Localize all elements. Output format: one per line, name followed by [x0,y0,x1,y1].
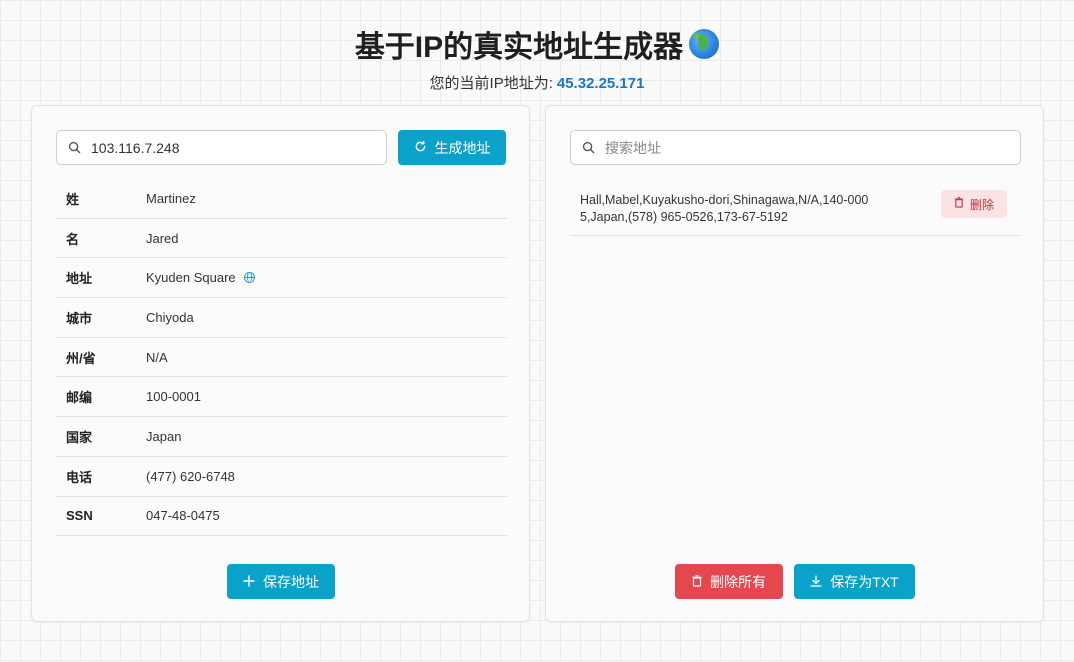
info-row-first-name: 名 Jared [56,219,507,259]
search-input-wrap [570,130,1021,165]
current-ip-label: 您的当前IP地址为: [429,75,553,92]
info-key: 名 [66,231,80,247]
info-row-address: 地址 Kyuden Square [56,258,507,299]
info-value-text: (477) 620-6748 [146,468,235,484]
info-value: Japan [146,429,181,444]
save-address-button[interactable]: 保存地址 [227,564,335,599]
info-row-last-name: 姓 Martinez [56,179,507,219]
info-value: 100-0001 [146,389,201,404]
download-icon [810,574,822,590]
info-row-ssn: SSN 047-48-0475 [56,497,507,537]
info-row-state: 州/省 N/A [56,338,507,378]
trash-icon [954,197,964,211]
info-value: N/A [146,350,168,365]
info-value: Martinez [146,191,196,206]
info-value-text: Martinez [146,190,196,206]
saved-address-text: Hall,Mabel,Kuyakusho-dori,Shinagawa,N/A,… [580,193,869,224]
info-value: 047-48-0475 [146,508,220,523]
info-key: 电话 [66,469,93,485]
generate-address-button[interactable]: 生成地址 [398,130,506,165]
info-value-text: Japan [146,428,182,444]
save-txt-label: 保存为TXT [830,573,899,590]
saved-addresses-panel: Hall,Mabel,Kuyakusho-dori,Shinagawa,N/A,… [545,105,1044,622]
generator-panel: 生成地址 姓 Martinez 名 Jared 地址 Kyuden Square… [31,105,530,622]
info-value-text: 047-48-0475 [146,508,220,524]
info-row-city: 城市 Chiyoda [56,298,507,338]
info-row-phone: 电话 (477) 620-6748 [56,457,507,497]
ip-input[interactable] [91,131,386,164]
info-value-text: Jared [146,230,179,246]
info-row-country: 国家 Japan [56,417,507,457]
trash-icon [692,574,702,590]
current-ip-line: 您的当前IP地址为: 45.32.25.171 [0,72,1074,93]
save-txt-button[interactable]: 保存为TXT [794,564,915,599]
info-value-text: Chiyoda [146,309,194,325]
refresh-icon [414,140,427,156]
address-info-table: 姓 Martinez 名 Jared 地址 Kyuden Square 城市 C… [56,179,507,537]
info-key: SSN [66,508,93,524]
info-key: 城市 [66,310,93,326]
page-title: 基于IP的真实地址生成器 [354,22,720,66]
delete-all-label: 删除所有 [710,573,766,590]
delete-address-button[interactable]: 删除 [941,190,1007,218]
search-icon [571,141,605,154]
globe-emoji-icon [689,29,720,59]
page-header: 基于IP的真实地址生成器 您的当前IP地址为: 45.32.25.171 [0,22,1074,93]
info-value-text: N/A [146,349,168,365]
info-value: (477) 620-6748 [146,469,235,484]
search-address-input[interactable] [605,131,1020,164]
search-icon [57,141,91,154]
info-row-zip: 邮编 100-0001 [56,377,507,418]
ip-input-wrap [56,130,387,165]
saved-address-item: Hall,Mabel,Kuyakusho-dori,Shinagawa,N/A,… [570,183,1021,236]
page-title-text: 基于IP的真实地址生成器 [354,31,684,64]
info-key: 国家 [66,429,93,445]
delete-all-button[interactable]: 删除所有 [675,564,783,599]
plus-icon [243,574,255,590]
save-address-label: 保存地址 [263,573,319,590]
info-key: 州/省 [66,350,96,366]
info-key: 邮编 [66,390,93,406]
info-value: Kyuden Square [146,270,255,285]
info-value: Jared [146,231,179,246]
current-ip-value: 45.32.25.171 [556,75,645,92]
info-key: 地址 [66,271,93,287]
delete-address-label: 删除 [969,197,994,212]
info-value-text: Kyuden Square [146,270,236,286]
info-key: 姓 [66,191,80,207]
globe-icon[interactable] [243,272,255,284]
generate-address-label: 生成地址 [434,139,491,156]
info-value: Chiyoda [146,310,194,325]
info-value-text: 100-0001 [146,389,201,405]
